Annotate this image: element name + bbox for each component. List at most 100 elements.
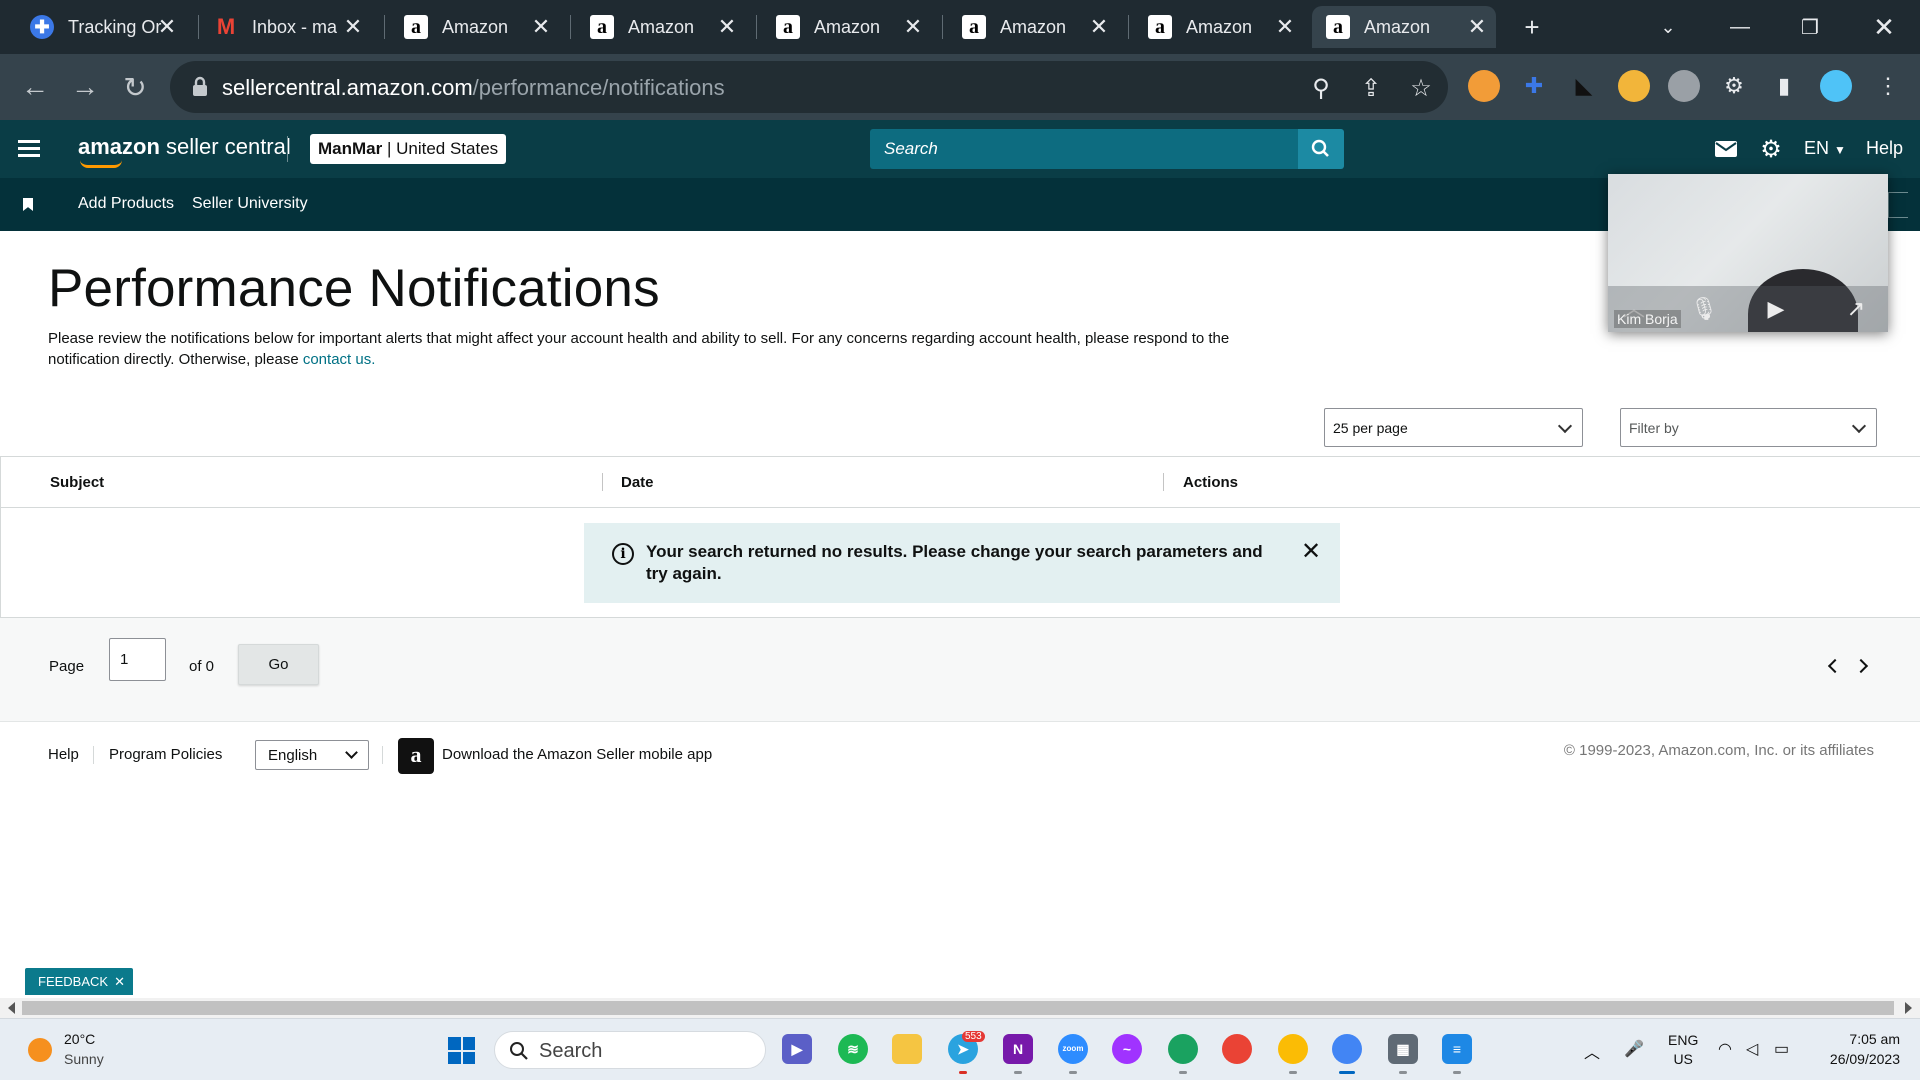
address-bar[interactable]: sellercentral.amazon.com/performance/not…: [170, 61, 1448, 113]
scroll-right-icon[interactable]: [1905, 1002, 1912, 1014]
filter-by-select[interactable]: Filter by: [1620, 408, 1877, 447]
browser-tab[interactable]: a Amazon ✕: [948, 6, 1118, 48]
chrome-profile-icon[interactable]: [1168, 1034, 1198, 1064]
calculator-icon[interactable]: ▦: [1388, 1034, 1418, 1064]
help-link[interactable]: Help: [1866, 138, 1903, 159]
footer-program-policies-link[interactable]: Program Policies: [109, 746, 222, 763]
browser-tab[interactable]: a Amazon ✕: [390, 6, 560, 48]
spotify-icon[interactable]: ≋: [838, 1034, 868, 1064]
clock-time[interactable]: 7:05 am: [1820, 1031, 1900, 1047]
scrollbar-thumb[interactable]: [22, 1001, 1894, 1015]
bookmark-icon[interactable]: [23, 198, 33, 211]
back-icon[interactable]: ←: [16, 68, 54, 106]
browser-tab[interactable]: a Amazon ✕: [1134, 6, 1304, 48]
mail-icon[interactable]: [1713, 136, 1739, 162]
account-switcher[interactable]: ManMar | United States: [310, 134, 507, 164]
camera-off-icon[interactable]: ▶: [1762, 296, 1790, 322]
previous-page-icon[interactable]: [1827, 658, 1843, 674]
amazon-app-icon[interactable]: a: [398, 738, 434, 774]
file-explorer-icon[interactable]: [892, 1034, 922, 1064]
taskbar-search[interactable]: Search: [494, 1031, 766, 1069]
close-tab-icon[interactable]: ✕: [528, 14, 554, 40]
download-app-link[interactable]: Download the Amazon Seller mobile app: [442, 746, 712, 763]
extension-orange-icon[interactable]: [1468, 70, 1500, 102]
chat-app-icon[interactable]: ▶: [782, 1034, 812, 1064]
new-tab-icon[interactable]: +: [1514, 10, 1550, 44]
forward-icon[interactable]: →: [66, 68, 104, 106]
page-number-input[interactable]: [109, 638, 166, 681]
clock-date[interactable]: 26/09/2023: [1810, 1051, 1900, 1067]
zoom-icon[interactable]: ⚲: [1306, 73, 1336, 103]
nav-link-add-products[interactable]: Add Products: [78, 195, 174, 213]
reload-icon[interactable]: ↻: [116, 68, 154, 106]
menu-kebab-icon[interactable]: ⋮: [1872, 70, 1904, 102]
input-language[interactable]: ENG US: [1668, 1031, 1698, 1069]
restore-icon[interactable]: ❐: [1792, 10, 1828, 44]
close-feedback-icon[interactable]: ✕: [114, 968, 125, 995]
per-page-select[interactable]: 25 per page: [1324, 408, 1583, 447]
weather-sun-icon[interactable]: [28, 1038, 52, 1062]
scroll-left-icon[interactable]: [8, 1002, 15, 1014]
chrome-profile-active-icon[interactable]: [1332, 1034, 1362, 1064]
footer-language-select[interactable]: English: [255, 740, 369, 770]
seller-central-logo[interactable]: amazon seller central: [78, 134, 291, 160]
browser-tab[interactable]: M Inbox - ma ✕: [200, 6, 372, 48]
extensions-puzzle-icon[interactable]: ⚙: [1718, 70, 1750, 102]
bookmark-star-icon[interactable]: ☆: [1406, 73, 1436, 103]
column-header-subject[interactable]: Subject: [50, 474, 104, 491]
no-results-message: Your search returned no results. Please …: [646, 542, 1263, 583]
horizontal-scrollbar[interactable]: [0, 998, 1920, 1018]
onenote-icon[interactable]: N: [1003, 1034, 1033, 1064]
close-tab-icon[interactable]: ✕: [1086, 14, 1112, 40]
column-header-date[interactable]: Date: [621, 474, 654, 491]
video-call-tile[interactable]: ︿ 🎙 ▶ ↗ Kim Borja: [1608, 174, 1888, 332]
hamburger-menu-icon[interactable]: [18, 140, 40, 158]
language-menu[interactable]: EN ▼: [1804, 138, 1846, 159]
messenger-icon[interactable]: ~: [1112, 1034, 1142, 1064]
browser-tab-active[interactable]: a Amazon ✕: [1312, 6, 1496, 48]
chrome-profile-icon[interactable]: [1278, 1034, 1308, 1064]
browser-tab[interactable]: a Amazon ✕: [762, 6, 932, 48]
next-page-icon[interactable]: [1853, 658, 1869, 674]
profile-avatar[interactable]: [1820, 70, 1852, 102]
volume-icon[interactable]: ◁: [1746, 1039, 1758, 1059]
extension-dark-icon[interactable]: ◣: [1568, 70, 1600, 102]
browser-tab[interactable]: ✚ Tracking Or ✕: [16, 6, 186, 48]
open-external-icon[interactable]: ↗: [1842, 296, 1870, 322]
extension-plus-icon[interactable]: ✚: [1518, 70, 1550, 102]
microphone-icon[interactable]: 🎤: [1624, 1039, 1644, 1059]
close-alert-icon[interactable]: ✕: [1298, 539, 1324, 565]
mic-off-icon[interactable]: 🎙: [1690, 296, 1718, 322]
close-tab-icon[interactable]: ✕: [154, 14, 180, 40]
close-tab-icon[interactable]: ✕: [340, 14, 366, 40]
notepad-icon[interactable]: ≡: [1442, 1034, 1472, 1064]
windows-start-icon[interactable]: [448, 1037, 475, 1064]
browser-tab[interactable]: a Amazon ✕: [576, 6, 746, 48]
battery-icon[interactable]: ▭: [1774, 1039, 1789, 1059]
footer-help-link[interactable]: Help: [48, 746, 79, 763]
settings-gear-icon[interactable]: ⚙: [1758, 136, 1784, 163]
close-tab-icon[interactable]: ✕: [1464, 14, 1490, 40]
extension-basket-icon[interactable]: [1618, 70, 1650, 102]
search-input[interactable]: Search: [870, 129, 1298, 169]
close-tab-icon[interactable]: ✕: [1272, 14, 1298, 40]
weather-temperature[interactable]: 20°C: [64, 1031, 95, 1047]
globe-icon[interactable]: [1668, 70, 1700, 102]
side-panel-icon[interactable]: ▮: [1768, 70, 1800, 102]
zoom-app-icon[interactable]: zoom: [1058, 1034, 1088, 1064]
show-hidden-icons-chevron-icon[interactable]: ︿: [1584, 1039, 1600, 1063]
close-window-icon[interactable]: ✕: [1866, 10, 1902, 44]
contact-us-link[interactable]: contact us.: [303, 351, 376, 368]
close-tab-icon[interactable]: ✕: [900, 14, 926, 40]
share-icon[interactable]: ⇪: [1356, 73, 1386, 103]
tab-search-chevron-icon[interactable]: ⌄: [1650, 10, 1686, 44]
search-button[interactable]: [1298, 129, 1344, 169]
go-button[interactable]: Go: [238, 644, 319, 685]
feedback-button[interactable]: FEEDBACK ✕: [25, 968, 133, 995]
chrome-icon[interactable]: [1222, 1034, 1252, 1064]
nav-link-seller-university[interactable]: Seller University: [192, 195, 308, 213]
wifi-icon[interactable]: ◠: [1718, 1039, 1732, 1059]
minimize-icon[interactable]: —: [1722, 10, 1758, 44]
weather-description[interactable]: Sunny: [64, 1051, 104, 1067]
close-tab-icon[interactable]: ✕: [714, 14, 740, 40]
